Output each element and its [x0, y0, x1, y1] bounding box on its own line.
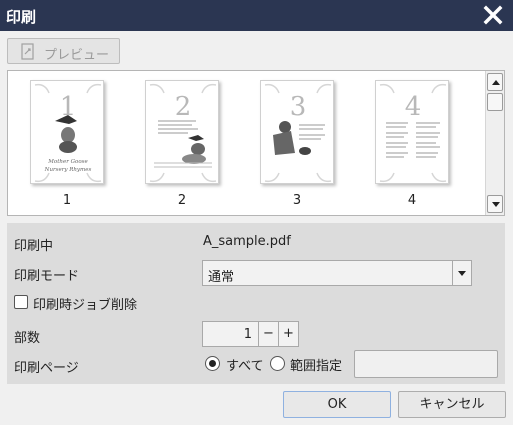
dialog-title: 印刷: [6, 8, 37, 26]
preview-button-label: プレビュー: [44, 48, 110, 63]
page-thumbnail-1-label: 1: [62, 193, 72, 208]
printing-label: 印刷中: [14, 239, 54, 254]
copies-label: 部数: [14, 331, 41, 346]
delete-job-checkbox[interactable]: [14, 295, 28, 309]
page-thumbnail-1[interactable]: 1 Mother Goose Nursery Rhymes: [30, 80, 104, 184]
copies-increment-button[interactable]: +: [278, 321, 299, 347]
page-thumbnail-1-caption-2: Nursery Rhymes: [44, 167, 92, 173]
print-mode-value: 通常: [208, 270, 235, 285]
page-thumbnail-2[interactable]: 2: [145, 80, 219, 184]
cancel-button[interactable]: キャンセル: [398, 391, 506, 418]
pages-range-radio[interactable]: [270, 356, 285, 371]
print-mode-select[interactable]: 通常: [202, 260, 472, 286]
page-thumbnail-4-digit: 4: [405, 92, 422, 122]
print-mode-dropdown-button[interactable]: [452, 261, 471, 285]
pages-range-label[interactable]: 範囲指定: [290, 355, 342, 374]
copies-input[interactable]: 1: [202, 321, 259, 347]
radio-selected-dot: [209, 360, 216, 367]
page-thumbnails-panel: 1 Mother Goose Nursery Rhymes 1 2 2 3 3 …: [7, 70, 505, 216]
print-pages-label: 印刷ページ: [14, 361, 79, 376]
arrow-down-icon: [492, 202, 500, 207]
scroll-up-button[interactable]: [487, 73, 503, 91]
page-thumbnail-2-label: 2: [177, 193, 187, 208]
pages-all-label[interactable]: すべて: [226, 355, 264, 374]
chevron-down-icon: [458, 271, 466, 276]
thumbnail-scrollbar[interactable]: [485, 71, 504, 215]
close-icon[interactable]: [481, 3, 505, 27]
page-thumbnail-3-label: 3: [292, 193, 302, 208]
ok-button[interactable]: OK: [283, 391, 391, 418]
title-bar: 印刷: [0, 0, 513, 31]
page-thumbnail-2-digit: 2: [175, 92, 192, 122]
pages-range-input[interactable]: [354, 350, 498, 378]
arrow-up-icon: [492, 80, 500, 85]
preview-page-icon: [20, 43, 36, 60]
preview-button[interactable]: プレビュー: [7, 38, 120, 64]
delete-job-label[interactable]: 印刷時ジョブ削除: [33, 294, 137, 313]
copies-decrement-button[interactable]: −: [258, 321, 279, 347]
pages-all-radio[interactable]: [205, 356, 220, 371]
page-thumbnail-3[interactable]: 3: [260, 80, 334, 184]
page-thumbnail-4[interactable]: 4: [375, 80, 449, 184]
print-mode-label: 印刷モード: [14, 269, 80, 284]
scrollbar-thumb[interactable]: [487, 93, 503, 111]
printing-file-name: A_sample.pdf: [203, 234, 291, 249]
print-settings-panel: 印刷中 A_sample.pdf 印刷モード 通常 印刷時ジョブ削除 部数 1 …: [7, 223, 505, 384]
page-thumbnail-4-label: 4: [407, 193, 417, 208]
print-dialog: 印刷 プレビュー 1 Mother Goose Nursery Rhymes 1…: [0, 0, 513, 425]
page-thumbnail-1-caption-1: Mother Goose: [47, 159, 88, 165]
scroll-down-button[interactable]: [487, 195, 503, 213]
page-thumbnail-3-digit: 3: [290, 92, 307, 122]
